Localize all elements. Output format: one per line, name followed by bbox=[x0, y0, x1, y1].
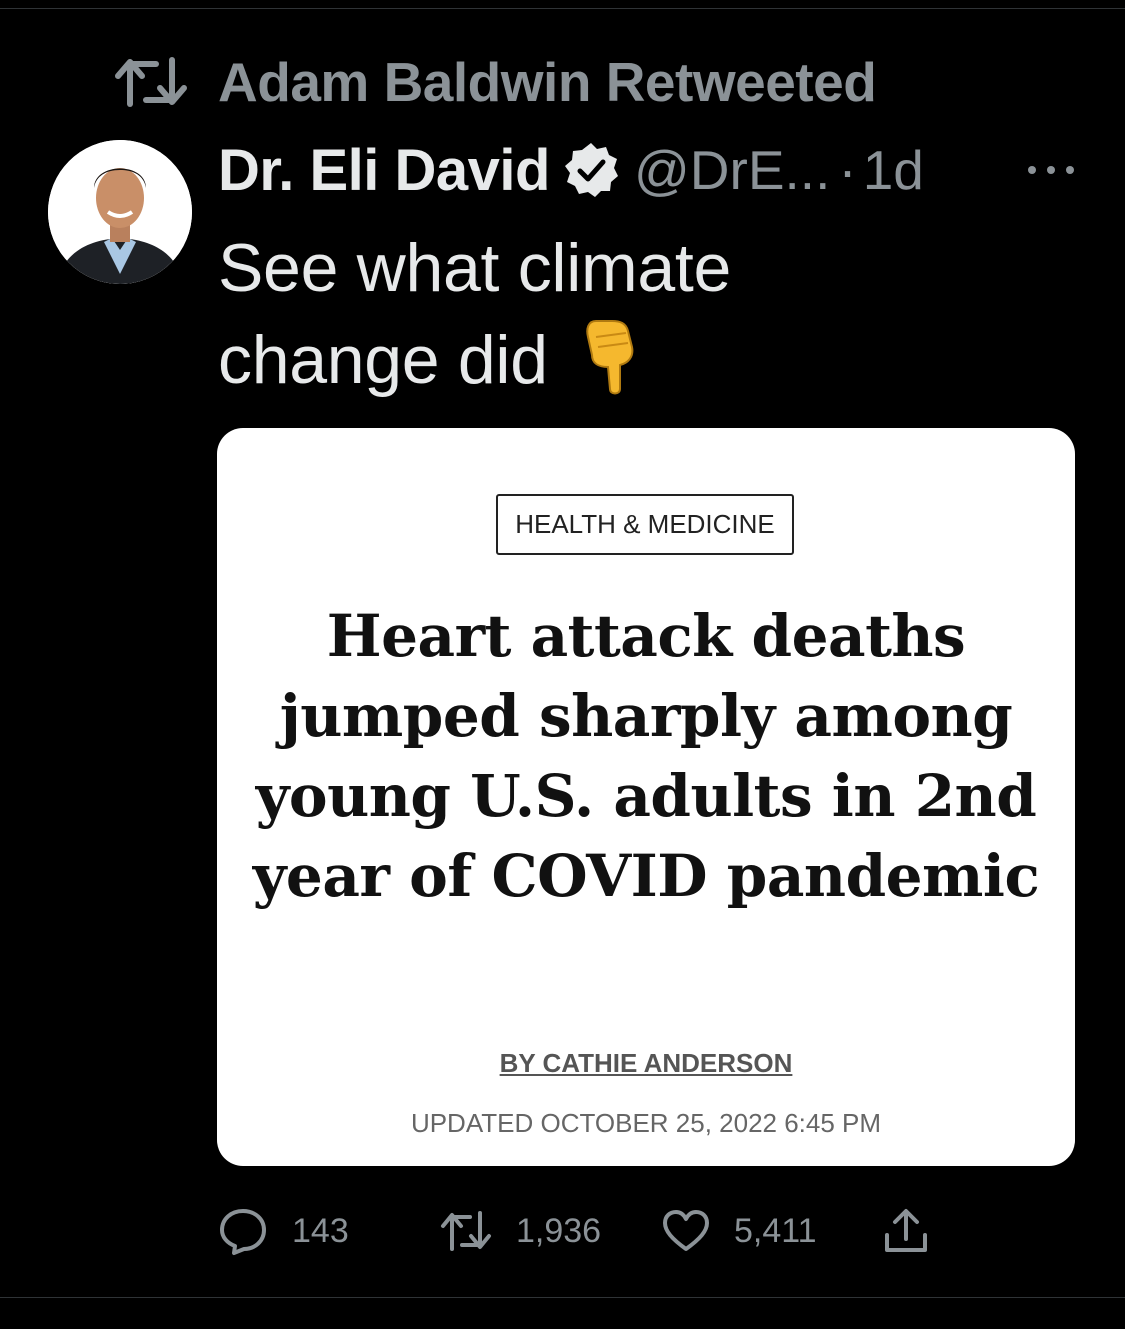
retweet-context[interactable]: Adam Baldwin Retweeted bbox=[112, 51, 877, 113]
like-count: 5,411 bbox=[734, 1211, 817, 1250]
article-updated-date: UPDATED OCTOBER 25, 2022 6:45 PM bbox=[410, 1108, 882, 1138]
more-options-icon[interactable] bbox=[1028, 160, 1074, 180]
tweet-text-line-2: change did bbox=[218, 322, 548, 398]
article-byline[interactable]: BY CATHIE ANDERSON bbox=[217, 1048, 1075, 1079]
author-name[interactable]: Dr. Eli David bbox=[218, 137, 550, 204]
heart-icon bbox=[663, 1210, 709, 1251]
tweet-text: See what climate change did bbox=[218, 222, 858, 406]
verified-badge-icon bbox=[564, 143, 618, 197]
like-button[interactable]: 5,411 bbox=[662, 1200, 817, 1262]
tweet-header: Dr. Eli David @DrE... · 1d bbox=[218, 135, 924, 205]
reply-count: 143 bbox=[292, 1211, 349, 1250]
reply-icon bbox=[220, 1209, 266, 1255]
tweet-text-line-1: See what climate bbox=[218, 230, 732, 306]
share-icon bbox=[885, 1209, 927, 1252]
avatar[interactable] bbox=[48, 140, 192, 284]
category-badge[interactable]: HEALTH & MEDICINE bbox=[496, 494, 794, 555]
separator-dot: · bbox=[838, 139, 857, 201]
tweet-timestamp[interactable]: 1d bbox=[863, 138, 924, 202]
article-card[interactable]: HEALTH & MEDICINE Heart attack deaths ju… bbox=[217, 428, 1075, 1166]
author-handle[interactable]: @DrE... bbox=[634, 138, 830, 202]
reply-button[interactable]: 143 bbox=[218, 1200, 349, 1262]
tweet-actions: 143 1,936 5,411 bbox=[0, 1200, 1125, 1262]
retweet-button[interactable]: 1,936 bbox=[440, 1200, 601, 1262]
retweet-label: Adam Baldwin Retweeted bbox=[218, 51, 877, 113]
pointing-down-emoji-icon bbox=[582, 317, 642, 397]
retweet-count: 1,936 bbox=[516, 1211, 602, 1250]
retweet-icon bbox=[441, 1211, 491, 1251]
retweet-icon bbox=[112, 52, 192, 112]
article-headline[interactable]: Heart attack deaths jumped sharply among… bbox=[237, 596, 1055, 916]
share-button[interactable] bbox=[882, 1200, 930, 1262]
top-divider bbox=[0, 8, 1125, 9]
bottom-divider bbox=[0, 1297, 1125, 1298]
